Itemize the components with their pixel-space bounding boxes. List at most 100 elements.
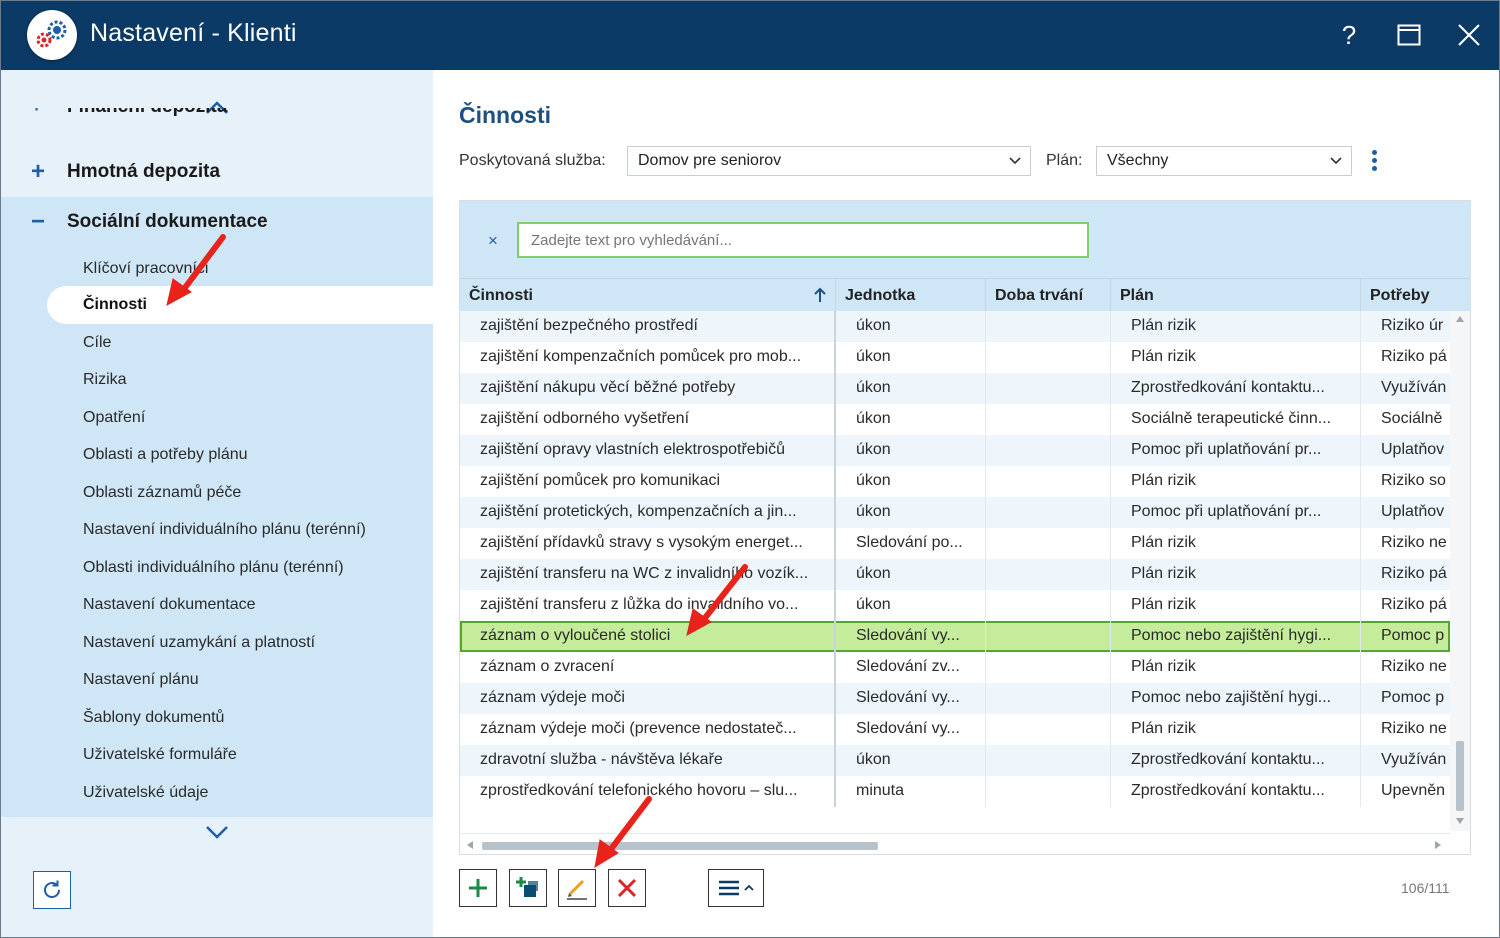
table-row[interactable]: zprostředkování telefonického hovoru – s… <box>460 776 1450 807</box>
table-row[interactable]: zajištění transferu z lůžka do invalidní… <box>460 590 1450 621</box>
table-row-selected[interactable]: záznam o vyloučené stolici Sledování vy..… <box>460 621 1450 652</box>
delete-x-icon <box>617 878 637 898</box>
table-row[interactable]: zajištění bezpečného prostředí úkon Plán r… <box>460 311 1450 342</box>
sidebar-item-uzivatelske-formulare[interactable]: Uživatelské formuláře <box>83 746 237 764</box>
cell-cinnost: zajištění bezpečného prostředí <box>460 311 836 342</box>
sidebar-group-financni-depozita[interactable]: +Finanční depozita <box>31 108 271 132</box>
cell-potreby: Riziko ne <box>1381 720 1447 737</box>
help-icon: ? <box>1341 19 1357 50</box>
close-button[interactable] <box>1449 15 1489 55</box>
sidebar-item-uzivatelske-udaje[interactable]: Uživatelské údaje <box>83 784 208 802</box>
search-input[interactable] <box>517 222 1089 258</box>
column-header-plan[interactable]: Plán <box>1111 279 1361 312</box>
sidebar-item-oblasti-potreby-planu[interactable]: Oblasti a potřeby plánu <box>83 446 248 464</box>
table-row[interactable]: zajištění transferu na WC z invalidního … <box>460 559 1450 590</box>
service-select[interactable]: Domov pre seniorov <box>627 146 1031 176</box>
table-row[interactable]: zajištění nákupu věcí běžné potřeby úkon Z… <box>460 373 1450 404</box>
sidebar-group-label: Sociální dokumentace <box>67 211 268 232</box>
scroll-left-arrow-icon[interactable] <box>466 840 474 850</box>
cell-doba <box>986 621 1111 652</box>
caret-up-icon <box>744 884 754 891</box>
add-button[interactable] <box>459 869 497 907</box>
sidebar-group-socialni-dokumentace[interactable]: − Sociální dokumentace <box>1 197 433 247</box>
table-row[interactable]: záznam o zvracení Sledování zv... Plán riz… <box>460 652 1450 683</box>
cell-potreby: Sociálně <box>1381 410 1443 427</box>
horizontal-scroll-thumb[interactable] <box>482 842 878 850</box>
cell-plan: Plán rizik <box>1111 466 1361 497</box>
cell-plan: Pomoc nebo zajištění hygi... <box>1111 621 1361 652</box>
cell-cinnost: zajištění nákupu věcí běžné potřeby <box>460 373 836 404</box>
sidebar-item-nastaveni-dokumentace[interactable]: Nastavení dokumentace <box>83 596 256 614</box>
table-row[interactable]: záznam výdeje moči Sledování vy... Pomoc n… <box>460 683 1450 714</box>
sidebar-item-cile[interactable]: Cíle <box>83 334 111 352</box>
horizontal-scrollbar[interactable] <box>460 833 1450 853</box>
refresh-button[interactable] <box>33 871 71 909</box>
sidebar-item-cinnosti[interactable]: Činnosti <box>83 296 147 314</box>
cell-doba <box>986 373 1111 404</box>
sidebar-item-nastaveni-planu[interactable]: Nastavení plánu <box>83 671 199 689</box>
cell-potreby: Uplatňov <box>1381 441 1445 458</box>
table-row[interactable]: zajištění protetických, kompenzačních a … <box>460 497 1450 528</box>
cell-doba <box>986 652 1111 683</box>
scroll-down-chevron-icon[interactable] <box>201 822 233 842</box>
grid-header: Činnosti Jednotka Doba trvání Plán Potře… <box>460 278 1470 312</box>
sidebar-item-klicovi-pracovnici[interactable]: Klíčoví pracovníci <box>83 260 208 278</box>
cell-doba <box>986 311 1111 342</box>
expand-plus-icon: + <box>31 158 46 185</box>
sort-ascending-arrow-icon <box>814 287 826 302</box>
sidebar-item-opatreni[interactable]: Opatření <box>83 409 145 427</box>
table-row[interactable]: zajištění pomůcek pro komunikaci úkon Plán… <box>460 466 1450 497</box>
menu-button[interactable] <box>708 869 764 907</box>
cell-jednotka: úkon <box>836 311 986 342</box>
cell-plan: Zprostředkování kontaktu... <box>1111 745 1361 776</box>
column-header-jednotka[interactable]: Jednotka <box>836 279 986 312</box>
sidebar-item-nastaveni-uzamykani[interactable]: Nastavení uzamykání a platností <box>83 634 315 652</box>
edit-button[interactable] <box>558 869 596 907</box>
vertical-scroll-thumb[interactable] <box>1456 741 1464 811</box>
maximize-button[interactable] <box>1389 15 1429 55</box>
scroll-down-arrow-icon[interactable] <box>1455 817 1465 825</box>
pencil-edit-icon <box>567 879 587 900</box>
cell-doba <box>986 435 1111 466</box>
sidebar-item-sablony-dokumentu[interactable]: Šablony dokumentů <box>83 709 224 727</box>
sidebar-item-nastaveni-ip-terenni[interactable]: Nastavení individuálního plánu (terénní) <box>83 521 366 539</box>
scroll-right-arrow-icon[interactable] <box>1434 840 1442 850</box>
settings-window: Nastavení - Klienti ? +Finanční depozita… <box>0 0 1500 938</box>
column-header-doba-trvani[interactable]: Doba trvání <box>986 279 1111 312</box>
table-row[interactable]: zdravotní služba - návštěva lékaře úkon Zp… <box>460 745 1450 776</box>
sidebar-group-hmotna-depozita[interactable]: + Hmotná depozita <box>1 147 433 197</box>
table-row[interactable]: zajištění opravy vlastních elektrospotře… <box>460 435 1450 466</box>
table-row[interactable]: zajištění přídavků stravy s vysokým ener… <box>460 528 1450 559</box>
cell-plan: Plán rizik <box>1111 559 1361 590</box>
help-button[interactable]: ? <box>1329 15 1369 55</box>
main-panel: Činnosti Poskytovaná služba: Domov pre s… <box>433 70 1499 937</box>
column-header-cinnosti[interactable]: Činnosti <box>460 279 836 312</box>
table-row[interactable]: zajištění kompenzačních pomůcek pro mob.… <box>460 342 1450 373</box>
vertical-scrollbar[interactable] <box>1450 311 1470 831</box>
delete-button[interactable] <box>608 869 646 907</box>
cell-plan: Plán rizik <box>1111 342 1361 373</box>
scroll-up-arrow-icon[interactable] <box>1455 315 1465 323</box>
record-count: 106/111 <box>1401 880 1450 896</box>
cell-potreby: Pomoc p <box>1381 689 1445 706</box>
table-row[interactable]: záznam výdeje moči (prevence nedostateč.… <box>460 714 1450 745</box>
copy-add-button[interactable] <box>509 869 547 907</box>
plan-select[interactable]: Všechny <box>1096 146 1352 176</box>
more-options-kebab-icon[interactable] <box>1369 150 1379 174</box>
cell-potreby: Využíván <box>1381 379 1447 396</box>
sidebar-item-oblasti-zaznamu-pece[interactable]: Oblasti záznamů péče <box>83 484 241 502</box>
table-row[interactable]: zajištění odborného vyšetření úkon Sociáln… <box>460 404 1450 435</box>
clear-search-icon[interactable]: × <box>488 231 498 251</box>
cell-jednotka: úkon <box>836 590 986 621</box>
cell-plan: Plán rizik <box>1111 714 1361 745</box>
maximize-icon <box>1397 24 1421 46</box>
column-header-potreby[interactable]: Potřeby <box>1361 279 1470 312</box>
hamburger-menu-icon <box>719 880 739 896</box>
cell-plan: Pomoc při uplatňování pr... <box>1111 497 1361 528</box>
cell-doba <box>986 776 1111 807</box>
close-icon <box>1458 24 1480 46</box>
activities-grid: × Činnosti Jednotka Doba trvání Plán Pot… <box>459 200 1471 855</box>
sidebar-item-oblasti-ip-terenni[interactable]: Oblasti individuálního plánu (terénní) <box>83 559 344 577</box>
sidebar-item-rizika[interactable]: Rizika <box>83 371 127 389</box>
plus-icon <box>469 879 487 897</box>
